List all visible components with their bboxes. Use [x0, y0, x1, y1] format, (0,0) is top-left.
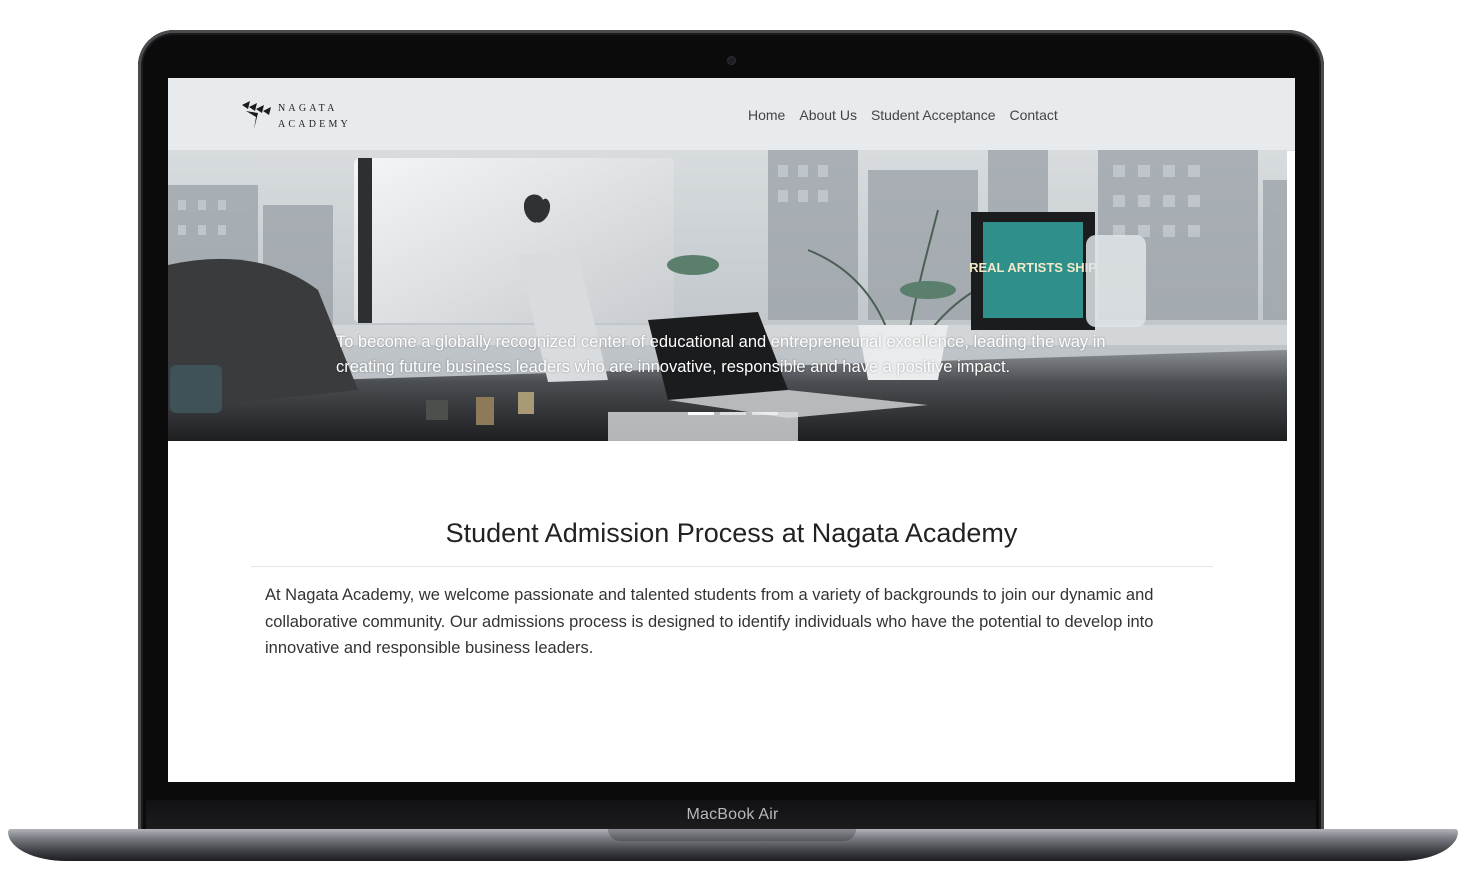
intro-paragraph: At Nagata Academy, we welcome passionate… — [265, 586, 1154, 657]
site-logo[interactable]: NAGATA ACADEMY — [242, 97, 362, 133]
poster-text: REAL ARTISTS SHIP — [969, 260, 1097, 275]
logo-line-2: ACADEMY — [278, 119, 351, 130]
hero-carousel[interactable]: REAL ARTISTS SHIP To become a globally r… — [168, 150, 1287, 441]
hero-caption: To become a globally recognized center o… — [336, 332, 1106, 376]
carousel-indicator[interactable] — [752, 412, 778, 415]
academy-emblem-icon — [242, 101, 271, 129]
camera-dot — [728, 57, 735, 64]
laptop-opening-notch — [608, 829, 856, 841]
browser-viewport: NAGATA ACADEMY Home About Us Student Acc… — [168, 78, 1295, 782]
device-model-label: MacBook Air — [686, 806, 779, 823]
site-navbar: NAGATA ACADEMY Home About Us Student Acc… — [168, 78, 1295, 151]
carousel-indicators — [688, 412, 778, 415]
nav-link-contact[interactable]: Contact — [1010, 107, 1058, 123]
logo-wordmark: NAGATA ACADEMY — [278, 101, 351, 133]
logo-line-1: NAGATA — [278, 103, 338, 114]
nav-link-about-us[interactable]: About Us — [799, 107, 857, 123]
nav-link-home[interactable]: Home — [748, 107, 785, 123]
page-title: Student Admission Process at Nagata Acad… — [445, 518, 1018, 548]
nav-link-student-acceptance[interactable]: Student Acceptance — [871, 107, 996, 123]
hero-background-image: REAL ARTISTS SHIP — [168, 150, 1287, 441]
title-divider — [251, 566, 1213, 567]
carousel-indicator[interactable] — [720, 412, 746, 415]
main-nav: Home About Us Student Acceptance Contact — [748, 107, 1058, 123]
carousel-indicator[interactable] — [688, 412, 714, 415]
